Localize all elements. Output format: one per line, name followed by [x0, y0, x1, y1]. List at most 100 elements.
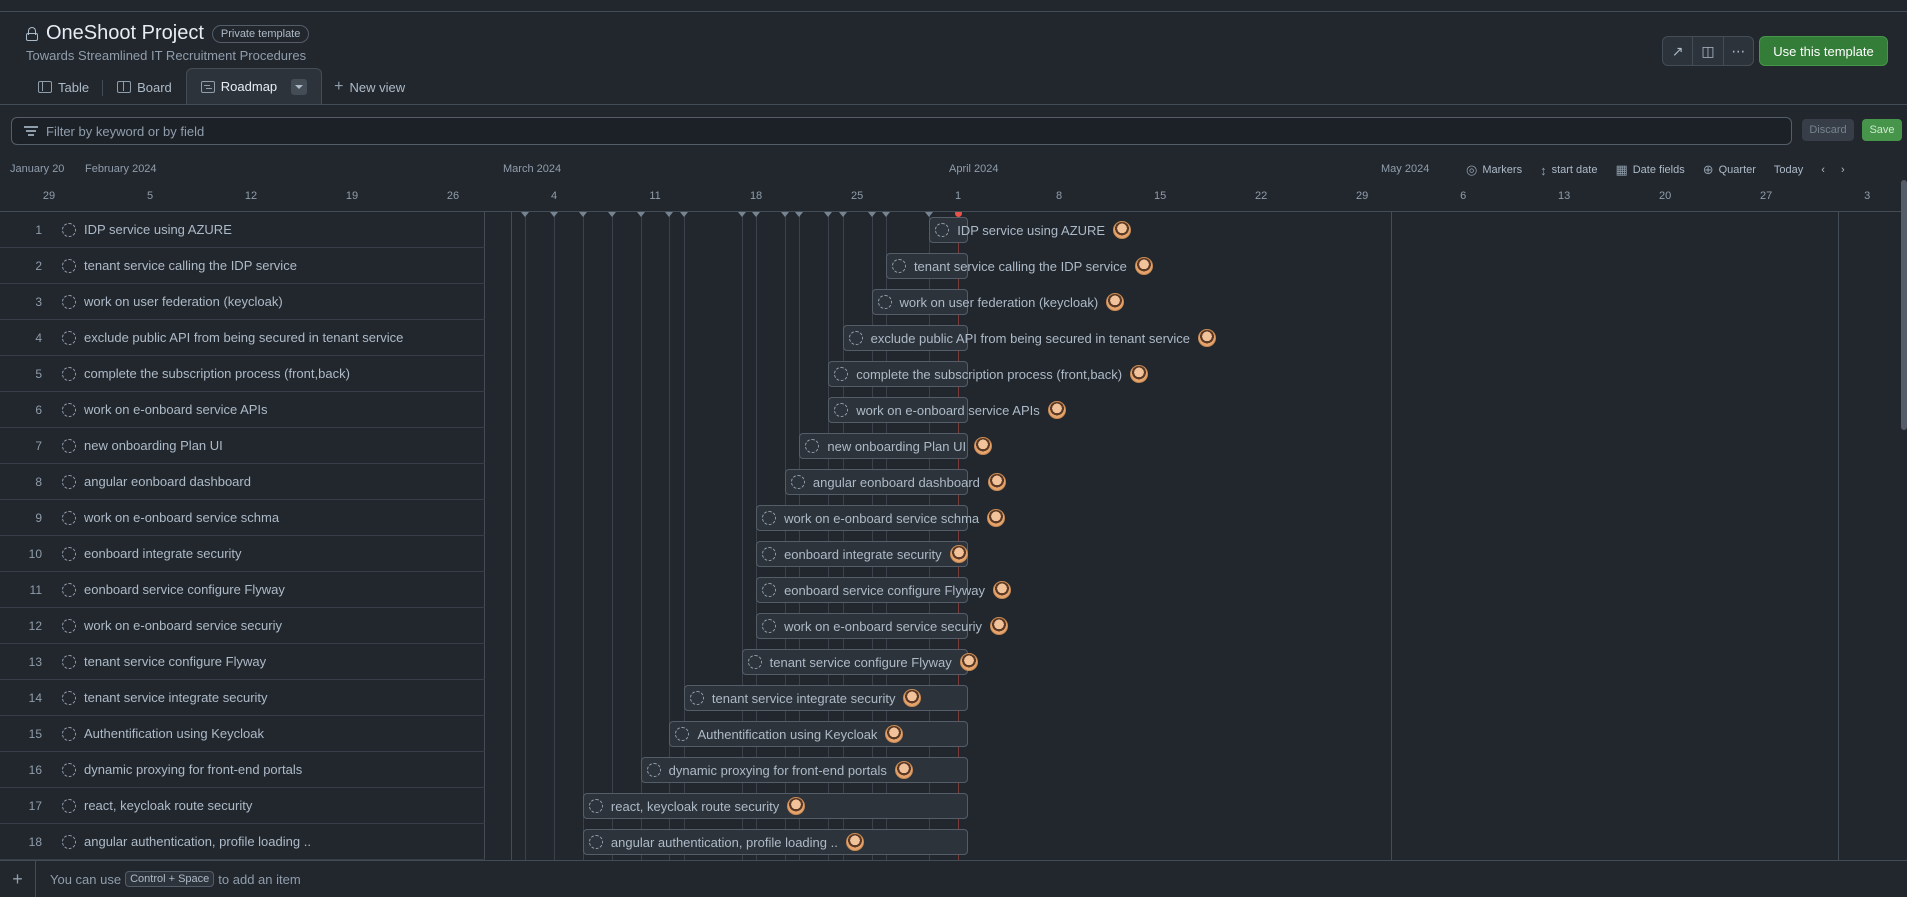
- roadmap-item-bar[interactable]: work on e-onboard service schma: [756, 505, 1006, 531]
- assignee-avatar[interactable]: [1198, 329, 1217, 347]
- roadmap-item-bar[interactable]: work on user federation (keycloak): [871, 289, 1125, 315]
- assignee-avatar[interactable]: [894, 761, 913, 779]
- date-marker-triangle[interactable]: [679, 212, 688, 217]
- date-marker-triangle[interactable]: [550, 212, 559, 217]
- table-row[interactable]: 12 work on e-onboard service securiy: [0, 608, 485, 644]
- table-row[interactable]: 11 eonboard service configure Flyway: [0, 572, 485, 608]
- table-row[interactable]: 14 tenant service integrate security: [0, 680, 485, 716]
- new-view-button[interactable]: + New view: [322, 70, 417, 104]
- item-title[interactable]: IDP service using AZURE: [84, 222, 232, 237]
- roadmap-item-bar[interactable]: tenant service integrate security: [683, 685, 969, 711]
- item-title[interactable]: work on e-onboard service schma: [84, 510, 279, 525]
- roadmap-item-bar[interactable]: eonboard integrate security: [756, 541, 969, 567]
- table-row[interactable]: 10 eonboard integrate security: [0, 536, 485, 572]
- assignee-avatar[interactable]: [1047, 401, 1066, 419]
- chevron-left-icon[interactable]: ‹: [1821, 164, 1825, 176]
- roadmap-item-bar[interactable]: angular authentication, profile loading …: [582, 829, 969, 855]
- item-title[interactable]: new onboarding Plan UI: [84, 438, 223, 453]
- roadmap-item-bar[interactable]: exclude public API from being secured in…: [842, 325, 1217, 351]
- assignee-avatar[interactable]: [1134, 257, 1153, 275]
- table-row[interactable]: 4 exclude public API from being secured i…: [0, 320, 485, 356]
- date-marker-triangle[interactable]: [881, 212, 890, 217]
- tab-board[interactable]: Board: [103, 70, 186, 104]
- table-row[interactable]: 13 tenant service configure Flyway: [0, 644, 485, 680]
- date-fields-button[interactable]: ▦ Date fields: [1615, 162, 1684, 178]
- date-marker-triangle[interactable]: [665, 212, 674, 217]
- roadmap-item-bar[interactable]: eonboard service configure Flyway: [756, 577, 1011, 603]
- item-title[interactable]: tenant service calling the IDP service: [84, 258, 297, 273]
- add-item-hint[interactable]: You can use Control + Space to add an it…: [50, 871, 301, 887]
- save-button[interactable]: Save: [1862, 119, 1902, 141]
- date-marker-triangle[interactable]: [780, 212, 789, 217]
- item-title[interactable]: work on e-onboard service APIs: [84, 402, 268, 417]
- markers-button[interactable]: ◎ Markers: [1466, 162, 1522, 178]
- item-title[interactable]: exclude public API from being secured in…: [84, 330, 403, 345]
- table-row[interactable]: 7 new onboarding Plan UI: [0, 428, 485, 464]
- roadmap-item-bar[interactable]: work on e-onboard service securiy: [756, 613, 1009, 639]
- insights-chart-icon[interactable]: ↗: [1663, 37, 1694, 65]
- roadmap-item-bar[interactable]: work on e-onboard service APIs: [828, 397, 1066, 423]
- filter-input[interactable]: [46, 123, 1646, 139]
- item-title[interactable]: eonboard integrate security: [84, 546, 242, 561]
- date-marker-triangle[interactable]: [607, 212, 616, 217]
- item-title[interactable]: Authentification using Keycloak: [84, 726, 264, 741]
- assignee-avatar[interactable]: [1113, 221, 1132, 239]
- vertical-scrollbar[interactable]: [1901, 180, 1907, 430]
- chevron-right-icon[interactable]: ›: [1841, 164, 1845, 176]
- tab-roadmap[interactable]: Roadmap: [185, 68, 323, 104]
- roadmap-item-bar[interactable]: tenant service calling the IDP service: [885, 253, 1153, 279]
- date-marker-triangle[interactable]: [867, 212, 876, 217]
- roadmap-item-bar[interactable]: IDP service using AZURE: [929, 217, 1132, 243]
- assignee-avatar[interactable]: [974, 437, 993, 455]
- item-title[interactable]: dynamic proxying for front-end portals: [84, 762, 302, 777]
- assignee-avatar[interactable]: [949, 545, 968, 563]
- assignee-avatar[interactable]: [845, 833, 864, 851]
- item-title[interactable]: eonboard service configure Flyway: [84, 582, 285, 597]
- assignee-avatar[interactable]: [987, 473, 1006, 491]
- roadmap-item-bar[interactable]: react, keycloak route security: [582, 793, 969, 819]
- item-title[interactable]: angular eonboard dashboard: [84, 474, 251, 489]
- item-title[interactable]: work on e-onboard service securiy: [84, 618, 282, 633]
- date-marker-triangle[interactable]: [795, 212, 804, 217]
- assignee-avatar[interactable]: [1130, 365, 1149, 383]
- more-options-icon[interactable]: ⋯: [1724, 37, 1753, 65]
- date-marker-triangle[interactable]: [824, 212, 833, 217]
- date-marker-triangle[interactable]: [636, 212, 645, 217]
- table-row[interactable]: 1 IDP service using AZURE: [0, 212, 485, 248]
- roadmap-item-bar[interactable]: angular eonboard dashboard: [784, 469, 1006, 495]
- date-marker-triangle[interactable]: [521, 212, 530, 217]
- item-title[interactable]: angular authentication, profile loading …: [84, 834, 311, 849]
- table-row[interactable]: 18 angular authentication, profile loadin…: [0, 824, 485, 860]
- item-title[interactable]: react, keycloak route security: [84, 798, 252, 813]
- item-title[interactable]: tenant service integrate security: [84, 690, 268, 705]
- side-panel-icon[interactable]: ◫: [1693, 37, 1724, 65]
- table-row[interactable]: 17 react, keycloak route security: [0, 788, 485, 824]
- tab-table[interactable]: Table: [24, 70, 104, 104]
- table-row[interactable]: 2 tenant service calling the IDP service: [0, 248, 485, 284]
- table-row[interactable]: 16 dynamic proxying for front-end portals: [0, 752, 485, 788]
- item-title[interactable]: work on user federation (keycloak): [84, 294, 283, 309]
- roadmap-item-bar[interactable]: Authentification using Keycloak: [669, 721, 969, 747]
- item-title[interactable]: tenant service configure Flyway: [84, 654, 266, 669]
- use-template-button[interactable]: Use this template: [1759, 36, 1888, 66]
- table-row[interactable]: 5 complete the subscription process (fron…: [0, 356, 485, 392]
- roadmap-item-bar[interactable]: dynamic proxying for front-end portals: [640, 757, 969, 783]
- date-marker-triangle[interactable]: [838, 212, 847, 217]
- discard-button[interactable]: Discard: [1802, 119, 1854, 141]
- date-marker-triangle[interactable]: [578, 212, 587, 217]
- add-item-button[interactable]: +: [0, 860, 36, 897]
- roadmap-item-bar[interactable]: complete the subscription process (front…: [828, 361, 1149, 387]
- start-date-button[interactable]: ↕ start date: [1540, 163, 1597, 178]
- assignee-avatar[interactable]: [1106, 293, 1125, 311]
- date-marker-triangle[interactable]: [752, 212, 761, 217]
- table-row[interactable]: 8 angular eonboard dashboard: [0, 464, 485, 500]
- assignee-avatar[interactable]: [987, 509, 1006, 527]
- date-marker-triangle[interactable]: [737, 212, 746, 217]
- item-title[interactable]: complete the subscription process (front…: [84, 366, 350, 381]
- table-row[interactable]: 3 work on user federation (keycloak): [0, 284, 485, 320]
- roadmap-item-bar[interactable]: new onboarding Plan UI: [799, 433, 993, 459]
- table-row[interactable]: 9 work on e-onboard service schma: [0, 500, 485, 536]
- assignee-avatar[interactable]: [959, 653, 978, 671]
- assignee-avatar[interactable]: [990, 617, 1009, 635]
- today-button[interactable]: Today: [1774, 164, 1803, 176]
